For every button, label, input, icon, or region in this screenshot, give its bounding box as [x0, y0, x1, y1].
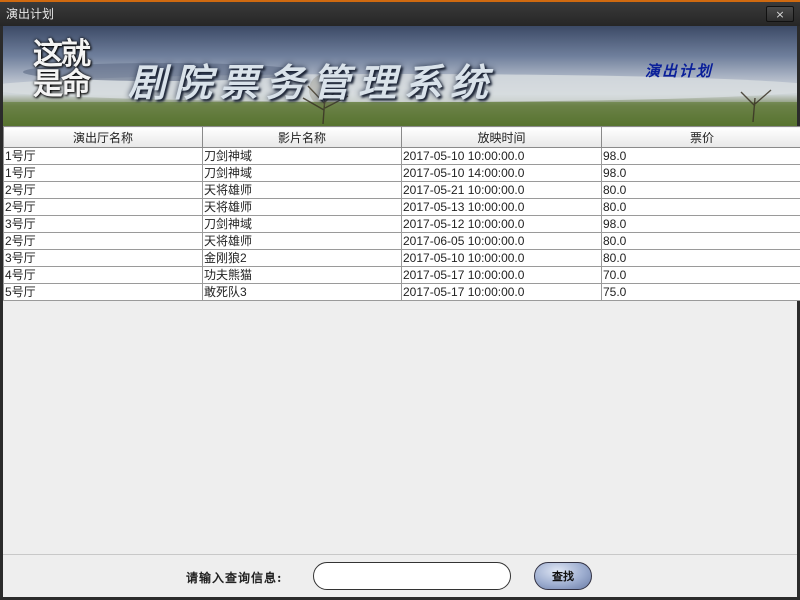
banner-logo: 这就是命: [33, 37, 91, 102]
cell-movie[interactable]: 功夫熊猫: [202, 266, 402, 284]
window-content: 这就是命 剧院票务管理系统 演出计划 演出厅名称 影片名称 放映时间 票价 1号…: [3, 26, 800, 598]
cell-showtime[interactable]: 2017-05-12 10:00:00.0: [401, 215, 602, 233]
cell-showtime[interactable]: 2017-05-17 10:00:00.0: [401, 283, 602, 301]
cell-movie[interactable]: 刀剑神域: [202, 215, 402, 233]
cell-showtime[interactable]: 2017-05-10 10:00:00.0: [401, 147, 602, 165]
table-row[interactable]: 2号厅 天将雄师 2017-05-13 10:00:00.0 80.0: [3, 198, 800, 216]
cell-hall[interactable]: 2号厅: [3, 181, 203, 199]
cell-price[interactable]: 80.0: [601, 198, 800, 216]
table-row[interactable]: 2号厅 天将雄师 2017-05-21 10:00:00.0 80.0: [3, 181, 800, 199]
cell-movie[interactable]: 天将雄师: [202, 198, 402, 216]
cell-price[interactable]: 80.0: [601, 249, 800, 267]
cell-showtime[interactable]: 2017-06-05 10:00:00.0: [401, 232, 602, 250]
close-icon: ×: [775, 8, 785, 21]
cell-hall[interactable]: 1号厅: [3, 147, 203, 165]
table-header-row: 演出厅名称 影片名称 放映时间 票价: [3, 126, 800, 148]
table-row[interactable]: 1号厅 刀剑神域 2017-05-10 10:00:00.0 98.0: [3, 147, 800, 165]
cell-price[interactable]: 70.0: [601, 266, 800, 284]
cell-movie[interactable]: 天将雄师: [202, 181, 402, 199]
cell-price[interactable]: 75.0: [601, 283, 800, 301]
cell-movie[interactable]: 天将雄师: [202, 232, 402, 250]
table-row[interactable]: 4号厅 功夫熊猫 2017-05-17 10:00:00.0 70.0: [3, 266, 800, 284]
cell-hall[interactable]: 2号厅: [3, 198, 203, 216]
cell-hall[interactable]: 1号厅: [3, 164, 203, 182]
table-row[interactable]: 1号厅 刀剑神域 2017-05-10 14:00:00.0 98.0: [3, 164, 800, 182]
cell-price[interactable]: 80.0: [601, 181, 800, 199]
cell-showtime[interactable]: 2017-05-10 14:00:00.0: [401, 164, 602, 182]
table-row[interactable]: 5号厅 敢死队3 2017-05-17 10:00:00.0 75.0: [3, 283, 800, 301]
table-row[interactable]: 3号厅 刀剑神域 2017-05-12 10:00:00.0 98.0: [3, 215, 800, 233]
cell-hall[interactable]: 2号厅: [3, 232, 203, 250]
cell-showtime[interactable]: 2017-05-10 10:00:00.0: [401, 249, 602, 267]
page-subtitle: 演出计划: [645, 62, 714, 80]
cell-showtime[interactable]: 2017-05-21 10:00:00.0: [401, 181, 602, 199]
title-bar[interactable]: 演出计划 ×: [0, 0, 800, 26]
cell-price[interactable]: 98.0: [601, 215, 800, 233]
app-window: 演出计划 × 这就是命 剧院票务管理系统 演出计划 演出厅名称 影片名称 放映时…: [0, 0, 800, 600]
window-title: 演出计划: [6, 7, 55, 21]
cell-movie[interactable]: 刀剑神域: [202, 164, 402, 182]
banner: 这就是命 剧院票务管理系统 演出计划: [3, 26, 797, 126]
search-label: 请输入查询信息:: [186, 571, 283, 585]
search-button[interactable]: 查找: [534, 562, 592, 590]
table-row[interactable]: 2号厅 天将雄师 2017-06-05 10:00:00.0 80.0: [3, 232, 800, 250]
search-bar: 请输入查询信息: 查找: [3, 554, 797, 598]
cell-hall[interactable]: 3号厅: [3, 215, 203, 233]
cell-movie[interactable]: 敢死队3: [202, 283, 402, 301]
cell-movie[interactable]: 金刚狼2: [202, 249, 402, 267]
column-header-price[interactable]: 票价: [601, 126, 800, 148]
column-header-showtime[interactable]: 放映时间: [401, 126, 602, 148]
column-header-hall[interactable]: 演出厅名称: [3, 126, 203, 148]
cell-showtime[interactable]: 2017-05-13 10:00:00.0: [401, 198, 602, 216]
cell-movie[interactable]: 刀剑神域: [202, 147, 402, 165]
schedule-table[interactable]: 演出厅名称 影片名称 放映时间 票价 1号厅 刀剑神域 2017-05-10 1…: [3, 126, 800, 301]
schedule-table-container[interactable]: 演出厅名称 影片名称 放映时间 票价 1号厅 刀剑神域 2017-05-10 1…: [3, 126, 800, 554]
system-title: 剧院票务管理系统: [128, 60, 497, 105]
cell-price[interactable]: 98.0: [601, 164, 800, 182]
search-input[interactable]: [313, 562, 511, 590]
close-button[interactable]: ×: [766, 6, 794, 22]
cell-price[interactable]: 98.0: [601, 147, 800, 165]
column-header-movie[interactable]: 影片名称: [202, 126, 402, 148]
cell-price[interactable]: 80.0: [601, 232, 800, 250]
table-row[interactable]: 3号厅 金刚狼2 2017-05-10 10:00:00.0 80.0: [3, 249, 800, 267]
cell-hall[interactable]: 5号厅: [3, 283, 203, 301]
cell-showtime[interactable]: 2017-05-17 10:00:00.0: [401, 266, 602, 284]
cell-hall[interactable]: 3号厅: [3, 249, 203, 267]
cell-hall[interactable]: 4号厅: [3, 266, 203, 284]
